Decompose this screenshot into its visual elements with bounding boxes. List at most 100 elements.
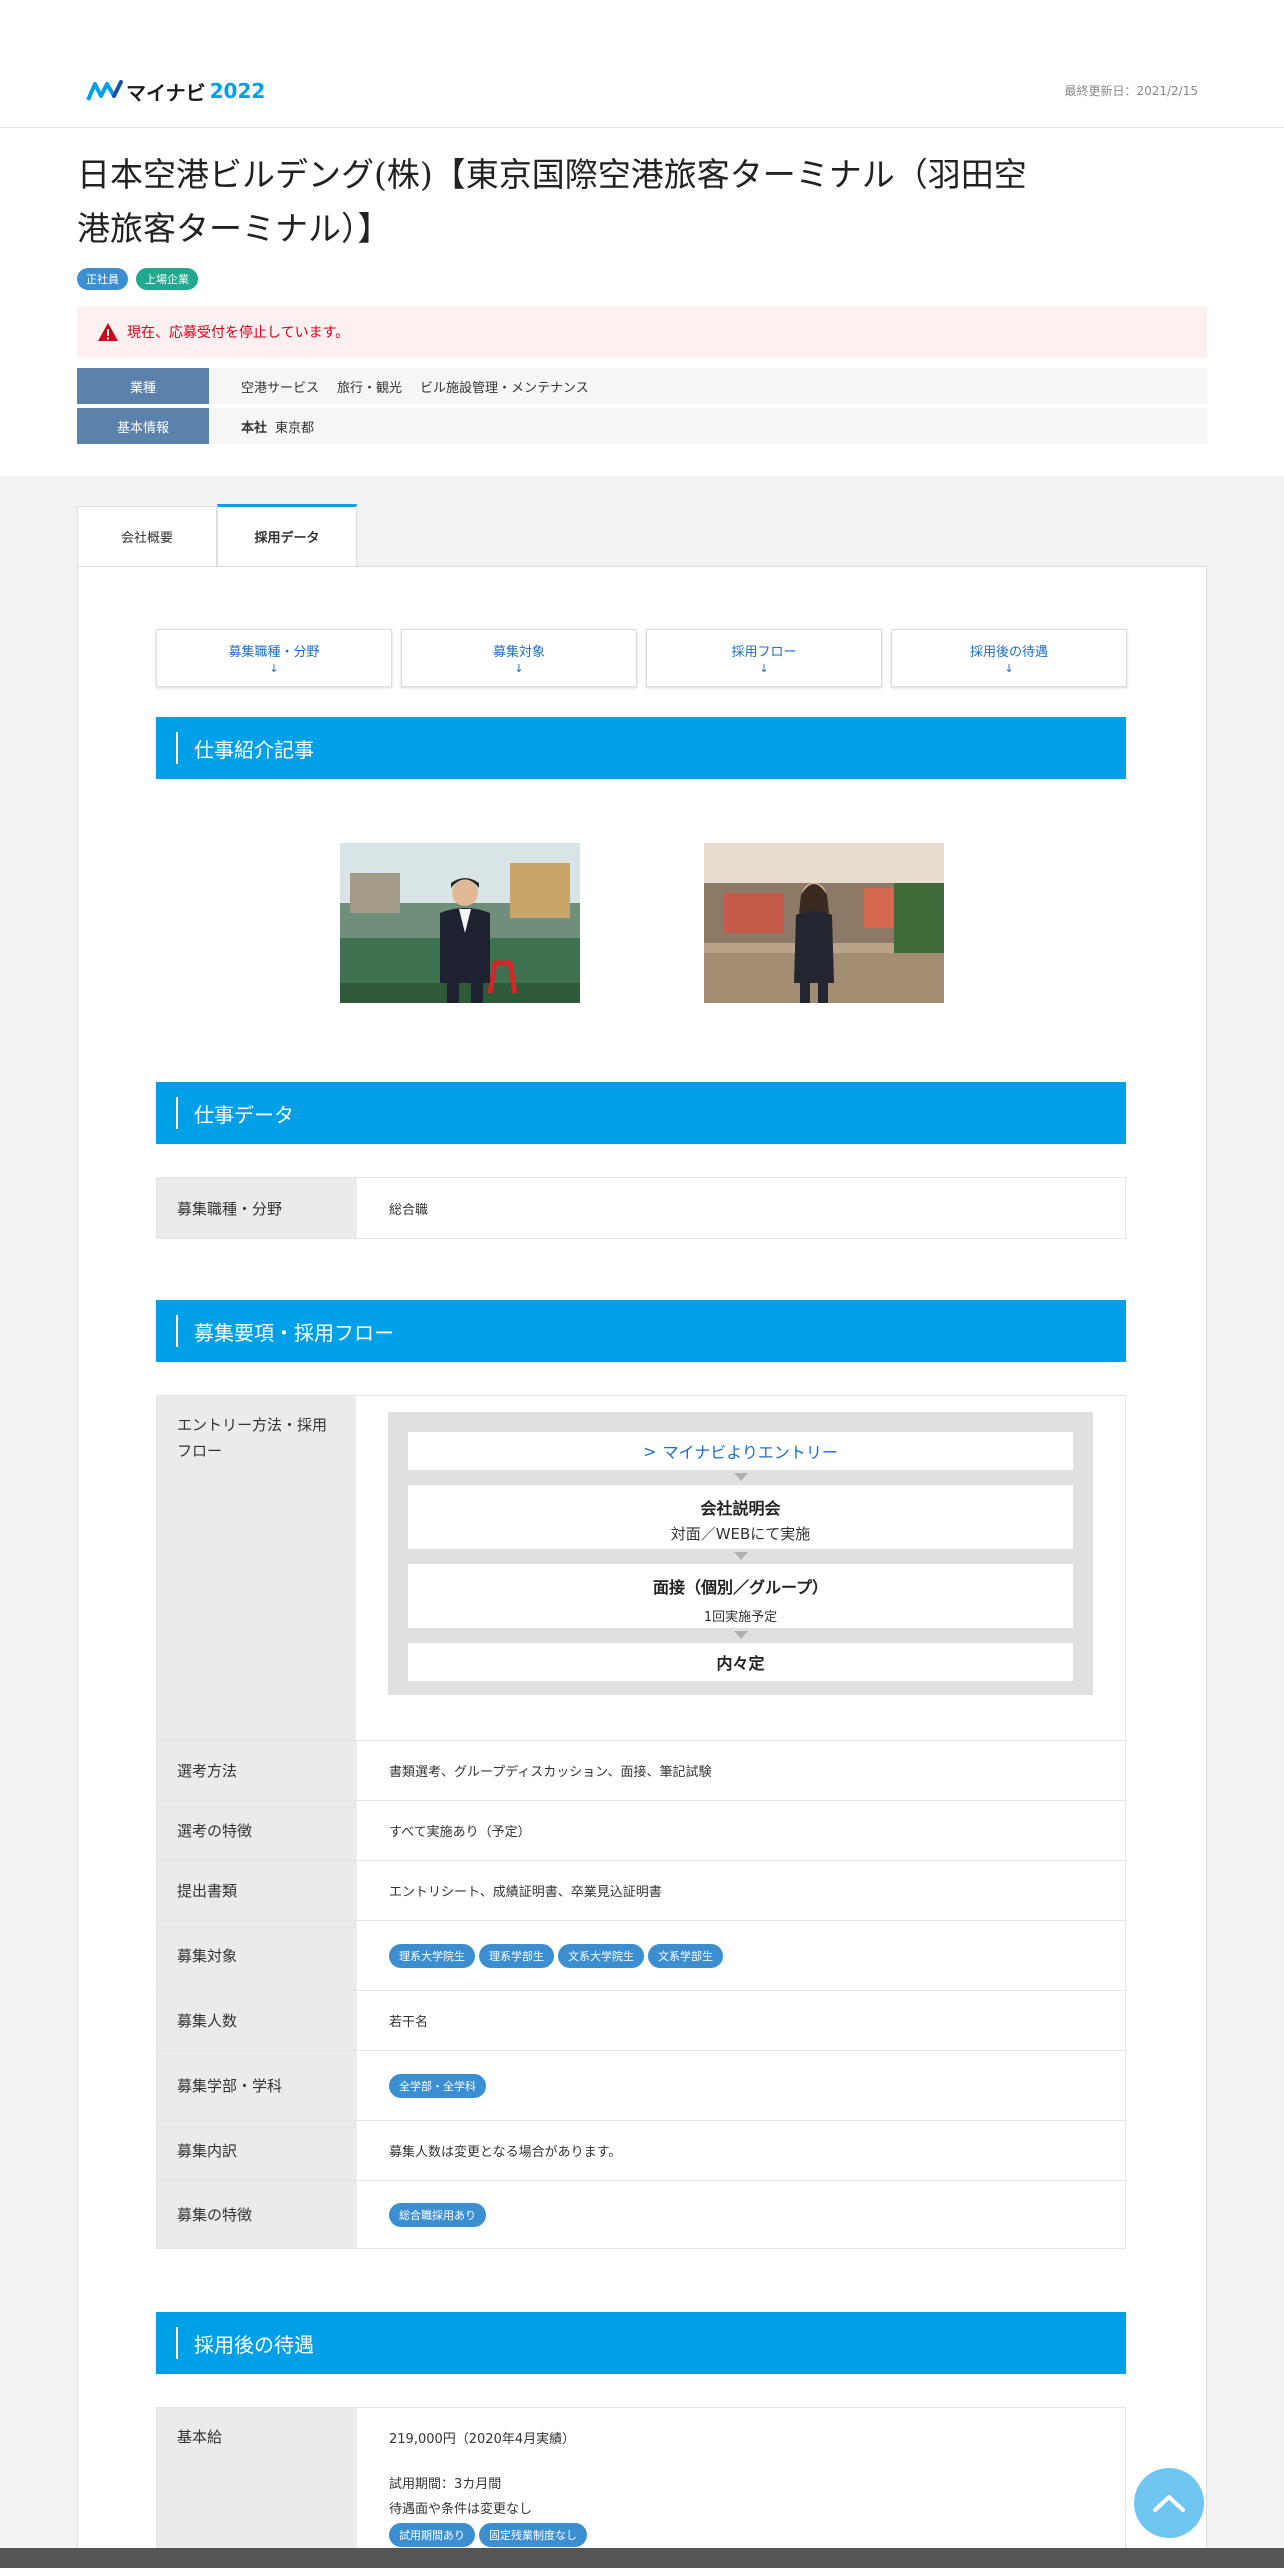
recruit-flow: > マイナビよりエントリー 会社説明会 対面／WEBにて実施 面接（個別／グルー… — [388, 1412, 1093, 1695]
row-value: 書類選考、グループディスカッション、面接、筆記試験 — [389, 1765, 712, 1780]
down-arrow-icon: ↓ — [759, 662, 769, 675]
job-data-table: 募集職種・分野 総合職 — [156, 1177, 1126, 1239]
basic-info-label: 基本情報 — [77, 408, 209, 444]
section-title: 募集要項・採用フロー — [194, 1320, 394, 1345]
target-tag: 文系学部生 — [648, 1943, 723, 1968]
table-row: 選考方法 書類選考、グループディスカッション、面接、筆記試験 — [157, 1740, 1125, 1800]
recruit-table: エントリー方法・採用フロー > マイナビよりエントリー 会社説明会 対面／WEB… — [156, 1395, 1126, 2249]
company-tags: 正社員 上場企業 — [77, 268, 1207, 290]
section-header-articles: 仕事紹介記事 — [156, 717, 1126, 779]
flow-step-title: 内々定 — [716, 1654, 765, 1673]
down-arrow-icon: ↓ — [269, 662, 279, 675]
table-row: 選考の特徴 すべて実施あり（予定） — [157, 1800, 1125, 1860]
flow-step-title: 面接（個別／グループ） — [652, 1578, 829, 1597]
anchor-flow[interactable]: 採用フロー ↓ — [646, 629, 882, 687]
content-panel: 募集職種・分野 ↓ 募集対象 ↓ 採用フロー ↓ 採用後の待遇 ↓ 仕事紹介記事 — [77, 566, 1207, 2568]
table-row: 基本給 219,000円（2020年4月実績） 試用期間：3カ月間 待遇面や条件… — [157, 2408, 1125, 2568]
flow-step-interview: 面接（個別／グループ） 1回実施予定 — [408, 1564, 1073, 1628]
industry-values: 空港サービス 旅行・観光 ビル施設管理・メンテナンス — [209, 368, 1207, 404]
trial-note: 待遇面や条件は変更なし — [389, 2502, 533, 2517]
table-row: 提出書類 エントリシート、成績証明書、卒業見込証明書 — [157, 1860, 1125, 1920]
trial-period: 試用期間：3カ月間 — [389, 2477, 502, 2492]
anchor-label: 募集職種・分野 — [228, 645, 320, 660]
flow-arrow-icon — [733, 1552, 748, 1560]
tag-fulltime: 正社員 — [77, 268, 128, 290]
anchor-job-field[interactable]: 募集職種・分野 ↓ — [156, 629, 392, 687]
anchor-target[interactable]: 募集対象 ↓ — [401, 629, 637, 687]
row-label: 基本給 — [157, 2408, 357, 2568]
logo-year: 2022 — [209, 79, 266, 103]
basic-info-row: 基本情報 本社 東京都 — [77, 408, 1207, 444]
anchor-treatment[interactable]: 採用後の待遇 ↓ — [891, 629, 1127, 687]
faculty-tag: 全学部・全学科 — [389, 2073, 486, 2098]
row-value: 若干名 — [389, 2015, 429, 2030]
warning-icon — [98, 323, 118, 341]
down-arrow-icon: ↓ — [1004, 662, 1014, 675]
table-row: エントリー方法・採用フロー > マイナビよりエントリー 会社説明会 対面／WEB… — [157, 1396, 1125, 1740]
industry-item: ビル施設管理・メンテナンス — [420, 380, 589, 396]
alert-text: 現在、応募受付を停止しています。 — [127, 325, 350, 341]
section-header-job-data: 仕事データ — [156, 1082, 1126, 1144]
anchor-label: 採用後の待遇 — [969, 645, 1048, 660]
chevron-up-icon — [1153, 2495, 1185, 2512]
row-label: 募集内訳 — [157, 2121, 357, 2180]
treatment-tags: 試用期間あり 固定残業制度なし — [389, 2523, 587, 2547]
faculty-tags: 全学部・全学科 — [357, 2051, 1125, 2120]
row-label: エントリー方法・採用フロー — [157, 1396, 356, 1740]
flow-step-title: 会社説明会 — [700, 1499, 781, 1518]
mynavi-logo-icon — [86, 80, 123, 101]
tab-company-overview[interactable]: 会社概要 — [77, 506, 217, 566]
mynavi-logo[interactable]: マイナビ 2022 — [86, 76, 265, 106]
main-area: 会社概要 採用データ 募集職種・分野 ↓ 募集対象 ↓ 採用フロー ↓ 採用後の… — [0, 476, 1284, 2568]
anchor-label: 募集対象 — [492, 645, 545, 660]
bottom-bar — [0, 2548, 1284, 2568]
row-label: 募集人数 — [157, 1991, 357, 2050]
feature-tag: 総合職採用あり — [389, 2202, 486, 2227]
row-value: すべて実施あり（予定） — [389, 1825, 531, 1840]
table-row: 募集人数 若干名 — [157, 1990, 1125, 2050]
flow-arrow-icon — [733, 1631, 748, 1639]
article-photo-2[interactable] — [704, 843, 944, 1003]
row-value: 募集人数は変更となる場合があります。 — [389, 2145, 622, 2160]
row-label: 選考方法 — [157, 1741, 357, 1800]
industry-label: 業種 — [77, 368, 209, 404]
tab-recruit-data[interactable]: 採用データ — [217, 504, 357, 566]
last-updated: 最終更新日：2021/2/15 — [1064, 84, 1198, 98]
flow-step-offer: 内々定 — [408, 1643, 1073, 1681]
treatment-table: 基本給 219,000円（2020年4月実績） 試用期間：3カ月間 待遇面や条件… — [156, 2407, 1126, 2568]
hq-label: 本社 — [241, 420, 268, 436]
closed-alert: 現在、応募受付を停止しています。 — [77, 306, 1207, 358]
company-name: 日本空港ビルデング(株)【東京国際空港旅客ターミナル（羽田空港旅客ターミナル）】 — [77, 155, 1027, 248]
basic-info-values: 本社 東京都 — [209, 408, 1207, 444]
row-label: 提出書類 — [157, 1861, 357, 1920]
target-tag: 文系大学院生 — [558, 1943, 644, 1968]
entry-link[interactable]: > マイナビよりエントリー — [408, 1432, 1073, 1470]
entry-link-text: マイナビよりエントリー — [662, 1443, 838, 1462]
page-tabs: 会社概要 採用データ — [77, 504, 357, 566]
target-tag: 理系大学院生 — [389, 1943, 475, 1968]
section-title: 仕事紹介記事 — [194, 737, 314, 762]
table-row: 募集の特徴 総合職採用あり — [157, 2180, 1125, 2248]
section-title: 採用後の待遇 — [194, 2332, 314, 2357]
flow-cell: > マイナビよりエントリー 会社説明会 対面／WEBにて実施 面接（個別／グルー… — [356, 1396, 1125, 1740]
chevron-right-icon: > — [643, 1441, 657, 1461]
down-arrow-icon: ↓ — [514, 662, 524, 675]
row-label: 募集学部・学科 — [157, 2051, 357, 2120]
salary-value: 219,000円（2020年4月実績） — [389, 2432, 576, 2447]
site-header: マイナビ 2022 最終更新日：2021/2/15 — [0, 0, 1284, 128]
article-photo-woman — [704, 843, 944, 1003]
feature-tags: 総合職採用あり — [357, 2181, 1125, 2248]
flow-arrow-icon — [733, 1473, 748, 1481]
article-photo-1[interactable] — [340, 843, 580, 1003]
scroll-to-top-button[interactable] — [1134, 2468, 1204, 2538]
anchor-nav: 募集職種・分野 ↓ 募集対象 ↓ 採用フロー ↓ 採用後の待遇 ↓ — [156, 629, 1127, 687]
salary-cell: 219,000円（2020年4月実績） 試用期間：3カ月間 待遇面や条件は変更な… — [357, 2408, 1125, 2568]
flow-step-sub: 対面／WEBにて実施 — [670, 1525, 811, 1543]
treatment-tag: 固定残業制度なし — [479, 2523, 587, 2547]
table-row: 募集内訳 募集人数は変更となる場合があります。 — [157, 2120, 1125, 2180]
row-label: 募集職種・分野 — [157, 1178, 357, 1238]
row-label: 募集の特徴 — [157, 2181, 357, 2248]
anchor-label: 採用フロー — [731, 645, 797, 660]
treatment-tag: 試用期間あり — [389, 2523, 475, 2547]
industry-item: 旅行・観光 — [337, 380, 403, 396]
